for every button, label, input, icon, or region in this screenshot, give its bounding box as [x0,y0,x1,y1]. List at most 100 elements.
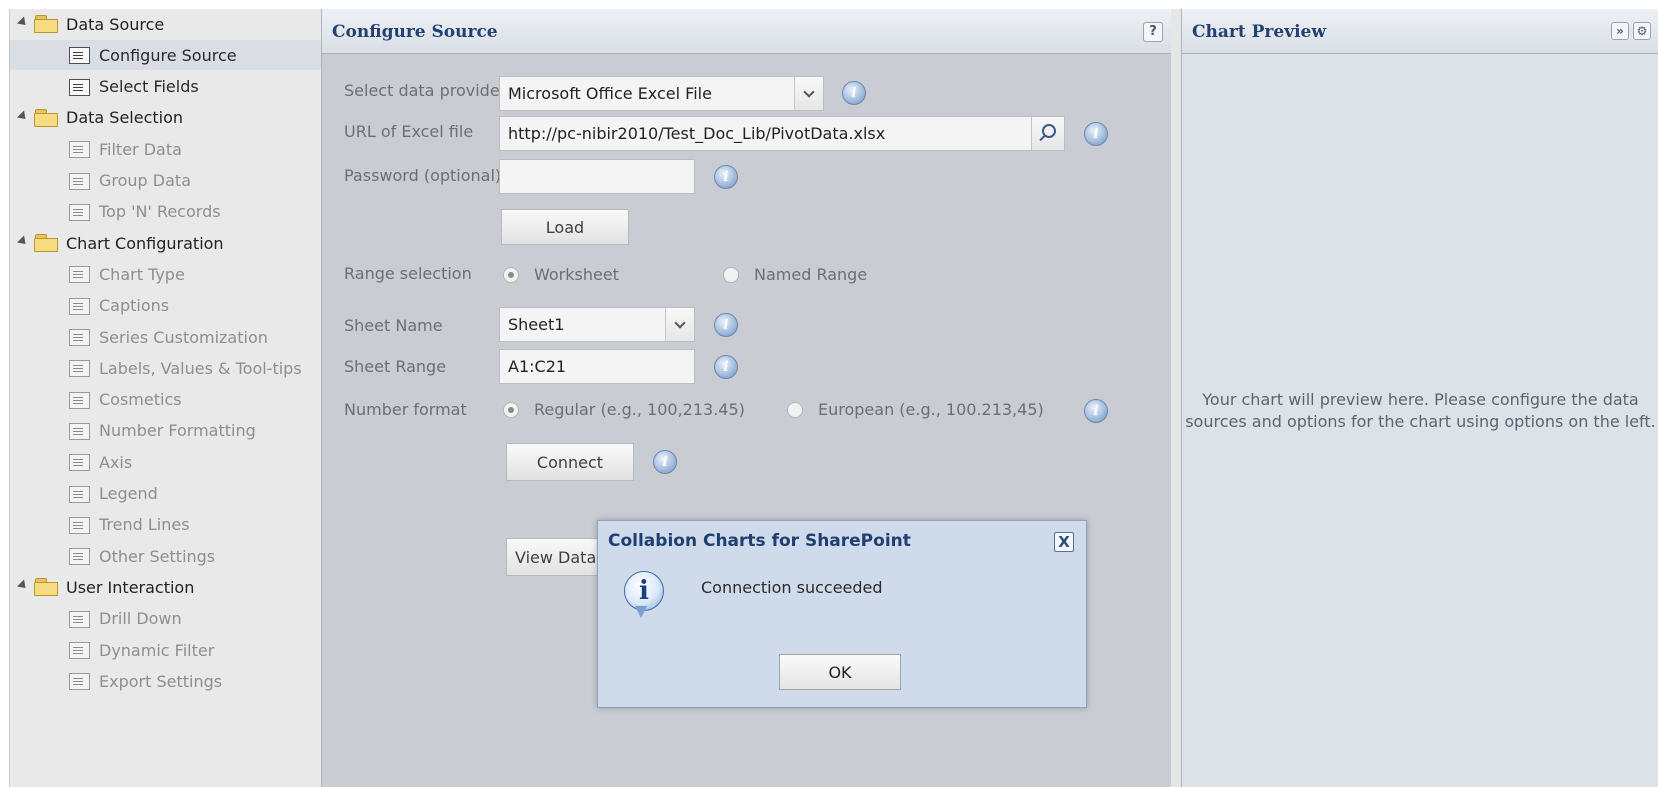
tree-item-label: User Interaction [66,577,195,597]
range-worksheet-radio[interactable] [503,267,519,283]
tree-item-top-n-records[interactable]: Top 'N' Records [10,197,322,227]
tree-group-chart-configuration[interactable]: Chart Configuration [10,228,322,258]
form-page-icon [69,360,90,378]
tree-item-label: Top 'N' Records [99,202,221,222]
provider-select[interactable]: Microsoft Office Excel File [499,76,824,111]
info-icon[interactable]: i [653,450,677,474]
form-page-icon [69,454,90,472]
tree-item-group-data[interactable]: Group Data [10,166,322,196]
tree-item-legend[interactable]: Legend [10,479,322,509]
form-page-icon [69,642,90,659]
chevron-down-icon[interactable] [665,308,694,341]
tree-item-label: Data Source [66,14,165,34]
folder-icon [34,578,58,597]
tree-item-series-customization[interactable]: Series Customization [10,322,322,352]
tree-item-other-settings[interactable]: Other Settings [10,541,322,571]
search-icon[interactable] [1031,117,1064,150]
tree-item-label: Other Settings [99,546,216,566]
load-button[interactable]: Load [501,209,629,245]
form-page-icon [69,203,90,221]
form-page-icon [69,172,90,190]
collapse-icon[interactable]: » [1611,22,1629,40]
tree-group-data-source[interactable]: Data Source [10,9,322,39]
help-button[interactable]: ? [1143,22,1163,42]
sheet-range-label: Sheet Range [344,357,447,376]
tree-item-number-formatting[interactable]: Number Formatting [10,416,322,446]
dialog-message: Connection succeeded [701,578,883,597]
form-page-icon [69,78,90,96]
message-dialog: Collabion Charts for SharePoint X i Conn… [597,520,1087,708]
form-page-icon [69,673,90,691]
tree-item-label: Number Formatting [99,421,256,441]
form-page-icon [69,141,90,159]
expand-arrow-icon[interactable] [16,16,30,29]
tree-item-filter-data[interactable]: Filter Data [10,134,322,164]
tree-group-user-interaction[interactable]: User Interaction [10,572,322,602]
view-data-button[interactable]: View Data [506,538,602,576]
info-icon[interactable]: i [714,165,738,189]
info-icon[interactable]: i [714,355,738,379]
form-page-icon [69,422,90,440]
form-page-icon [69,610,90,628]
tree-item-configure-source[interactable]: Configure Source [10,40,322,71]
panel-title: Configure Source [332,22,498,42]
form-page-icon [69,548,90,566]
form-page-icon [69,297,90,315]
tree-item-label: Export Settings [99,671,223,691]
password-input[interactable] [499,159,695,194]
tree-item-label: Legend [99,484,158,503]
expand-arrow-icon[interactable] [16,579,30,592]
connect-button[interactable]: Connect [506,443,634,481]
tree-group-data-selection[interactable]: Data Selection [10,103,322,133]
tree-item-label: Configure Source [99,45,237,65]
tree-item-label: Axis [99,452,133,472]
number-format-regular-radio[interactable] [503,402,519,418]
expand-arrow-icon[interactable] [16,110,30,123]
tree-item-export-settings[interactable]: Export Settings [10,666,322,696]
form-page-icon [69,329,90,346]
tree-item-captions[interactable]: Captions [10,291,322,321]
information-icon-tail [635,606,647,618]
form-page-icon [69,391,90,409]
tree-item-labels-values-tool-tips[interactable]: Labels, Values & Tool-tips [10,353,322,383]
ok-button[interactable]: OK [779,654,901,690]
panel-header: Configure Source ? [322,9,1171,54]
tree-item-label: Labels, Values & Tool-tips [99,358,302,378]
info-icon[interactable]: i [842,81,866,105]
number-format-european-label: European (e.g., 100.213,45) [818,400,1044,419]
tree-item-label: Chart Type [99,264,185,284]
tree-item-dynamic-filter[interactable]: Dynamic Filter [10,635,322,665]
range-named-label: Named Range [754,265,868,284]
url-value: http://pc-nibir2010/Test_Doc_Lib/PivotDa… [508,124,886,143]
tree-item-trend-lines[interactable]: Trend Lines [10,510,322,540]
provider-value: Microsoft Office Excel File [508,84,712,103]
tree-item-cosmetics[interactable]: Cosmetics [10,385,322,415]
sheet-name-value: Sheet1 [508,315,565,334]
close-icon[interactable]: X [1054,532,1074,552]
info-icon[interactable]: i [1084,399,1108,423]
expand-arrow-icon[interactable] [16,235,30,248]
tree-item-select-fields[interactable]: Select Fields [10,72,322,102]
panel-splitter[interactable] [1171,9,1181,787]
tree-item-label: Chart Configuration [66,233,224,253]
navigation-tree: Data Source Configure Source Select Fields… [9,9,322,787]
url-input[interactable]: http://pc-nibir2010/Test_Doc_Lib/PivotDa… [499,116,1065,151]
form-page-icon [69,47,90,65]
sheet-range-input[interactable]: A1:C21 [499,349,695,384]
panel-header: Chart Preview » ⚙ [1182,9,1658,54]
chart-preview-panel: Chart Preview » ⚙ Your chart will previe… [1181,9,1658,787]
range-selection-label: Range selection [344,264,472,283]
sheet-name-select[interactable]: Sheet1 [499,307,695,342]
chevron-down-icon[interactable] [794,77,823,110]
tree-item-label: Drill Down [99,609,182,629]
form-page-icon [69,485,90,503]
info-icon[interactable]: i [714,313,738,337]
tree-item-drill-down[interactable]: Drill Down [10,604,322,634]
url-label: URL of Excel file [344,122,474,141]
tree-item-axis[interactable]: Axis [10,447,322,477]
range-named-radio[interactable] [723,267,739,283]
number-format-european-radio[interactable] [787,402,803,418]
gear-icon[interactable]: ⚙ [1633,22,1651,40]
info-icon[interactable]: i [1084,122,1108,146]
tree-item-chart-type[interactable]: Chart Type [10,259,322,289]
